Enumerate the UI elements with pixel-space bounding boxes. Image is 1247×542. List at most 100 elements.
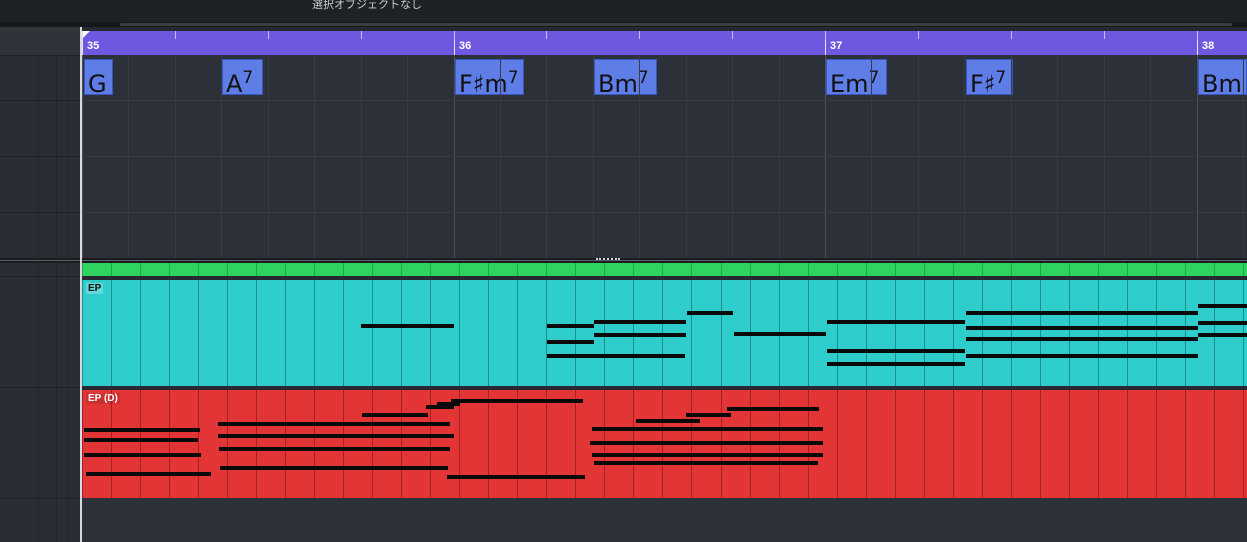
chord-track-area[interactable]: G A7 F♯m7 Bm7 Em7 F♯7 Bm	[82, 55, 1247, 258]
lane-grid-line	[285, 390, 286, 498]
segment-divider	[604, 263, 605, 276]
chord-event[interactable]: F♯m7	[455, 59, 524, 95]
segment-divider	[314, 263, 315, 276]
zone-divider-line	[0, 260, 1247, 261]
lane-grid-line	[111, 280, 112, 386]
panel-line	[67, 27, 68, 542]
segment-divider	[1069, 263, 1070, 276]
chord-event[interactable]: A7	[222, 59, 263, 95]
segment-divider	[169, 263, 170, 276]
lane-grid-line	[140, 280, 141, 386]
midi-note	[1198, 321, 1247, 325]
panel-line-h	[0, 276, 80, 277]
panel-line-h	[0, 100, 80, 101]
segment-divider	[1185, 263, 1186, 276]
lane-grid-line	[343, 280, 344, 386]
chord-event[interactable]: F♯7	[966, 59, 1013, 95]
lane-grid-line	[256, 390, 257, 498]
lane-grid-line	[1011, 390, 1012, 498]
midi-note	[594, 320, 686, 324]
chord-event[interactable]: Bm7	[594, 59, 657, 95]
midi-note	[686, 413, 731, 417]
midi-note	[84, 428, 200, 432]
lane-grid-line	[198, 390, 199, 498]
midi-note	[86, 472, 211, 476]
midi-note	[966, 337, 1198, 341]
segment-divider	[808, 263, 809, 276]
lane-grid-line	[314, 390, 315, 498]
lane-grid-line	[1069, 390, 1070, 498]
midi-note	[687, 311, 733, 315]
segment-divider	[459, 263, 460, 276]
lane-grid-line	[372, 390, 373, 498]
lane-grid-line	[517, 280, 518, 386]
midi-note	[592, 453, 823, 457]
chord-event[interactable]: Em7	[826, 59, 887, 95]
midi-note	[547, 324, 594, 328]
lane-grid-line	[1040, 390, 1041, 498]
beat-tick	[639, 31, 640, 39]
beat-tick	[918, 31, 919, 39]
lane-grid-line	[82, 390, 83, 498]
midi-note	[594, 461, 818, 465]
track-name-label: EP (D)	[86, 393, 120, 404]
lane-grid-line	[1127, 280, 1128, 386]
track-lane-ep[interactable]: EP	[82, 280, 1247, 386]
chord-quality: 7	[242, 68, 254, 88]
lane-grid-line	[924, 280, 925, 386]
lane-grid-line	[111, 390, 112, 498]
beat-tick	[1197, 31, 1198, 39]
marker-track-strip[interactable]	[82, 263, 1247, 276]
lane-grid-line	[1098, 280, 1099, 386]
beat-tick	[268, 31, 269, 39]
chord-root: G	[88, 70, 107, 95]
lane-grid-line	[430, 280, 431, 386]
lane-grid-line	[1214, 390, 1215, 498]
horizontal-scroll-thumb[interactable]	[120, 23, 1232, 26]
segment-divider	[779, 263, 780, 276]
midi-note	[966, 354, 1198, 358]
lane-grid-line	[372, 280, 373, 386]
track-name-label: EP	[86, 283, 104, 294]
midi-note	[590, 441, 823, 445]
beat-tick	[546, 31, 547, 39]
lane-grid-line	[1011, 280, 1012, 386]
lane-grid-line	[953, 390, 954, 498]
bar-number-35: 35	[87, 40, 100, 52]
beat-tick	[732, 31, 733, 39]
top-info-bar: 選択オブジェクトなし	[0, 0, 1247, 22]
midi-note	[636, 419, 700, 423]
track-lane-ep-d[interactable]: EP (D)	[82, 390, 1247, 498]
midi-note	[592, 427, 823, 431]
project-cursor[interactable]	[80, 27, 82, 542]
chord-event[interactable]: G	[84, 59, 113, 95]
midi-note	[547, 340, 594, 344]
midi-note	[84, 453, 201, 457]
midi-note	[966, 311, 1198, 315]
lane-grid-line	[314, 280, 315, 386]
segment-divider	[227, 263, 228, 276]
lane-grid-line	[140, 390, 141, 498]
lane-grid-line	[1243, 390, 1244, 498]
segment-divider	[1127, 263, 1128, 276]
position-marker-icon[interactable]	[83, 31, 90, 38]
segment-divider	[837, 263, 838, 276]
midi-note	[727, 407, 819, 411]
selection-status-text: 選択オブジェクトなし	[312, 0, 422, 11]
panel-line-h	[0, 498, 80, 499]
segment-divider	[82, 263, 83, 276]
lane-grid-line	[459, 390, 460, 498]
chord-root: Bm	[598, 70, 638, 95]
timeline-ruler[interactable]: 35 36 37 38	[82, 31, 1247, 55]
midi-note	[1198, 304, 1247, 308]
empty-track-area[interactable]	[82, 498, 1247, 542]
segment-divider	[982, 263, 983, 276]
lane-grid-line	[401, 390, 402, 498]
segment-divider	[1011, 263, 1012, 276]
segment-divider	[372, 263, 373, 276]
lane-grid-line	[866, 390, 867, 498]
lane-grid-line	[401, 280, 402, 386]
chord-event[interactable]: Bm	[1198, 59, 1247, 95]
panel-line-h	[0, 387, 80, 388]
midi-note	[966, 326, 1198, 330]
